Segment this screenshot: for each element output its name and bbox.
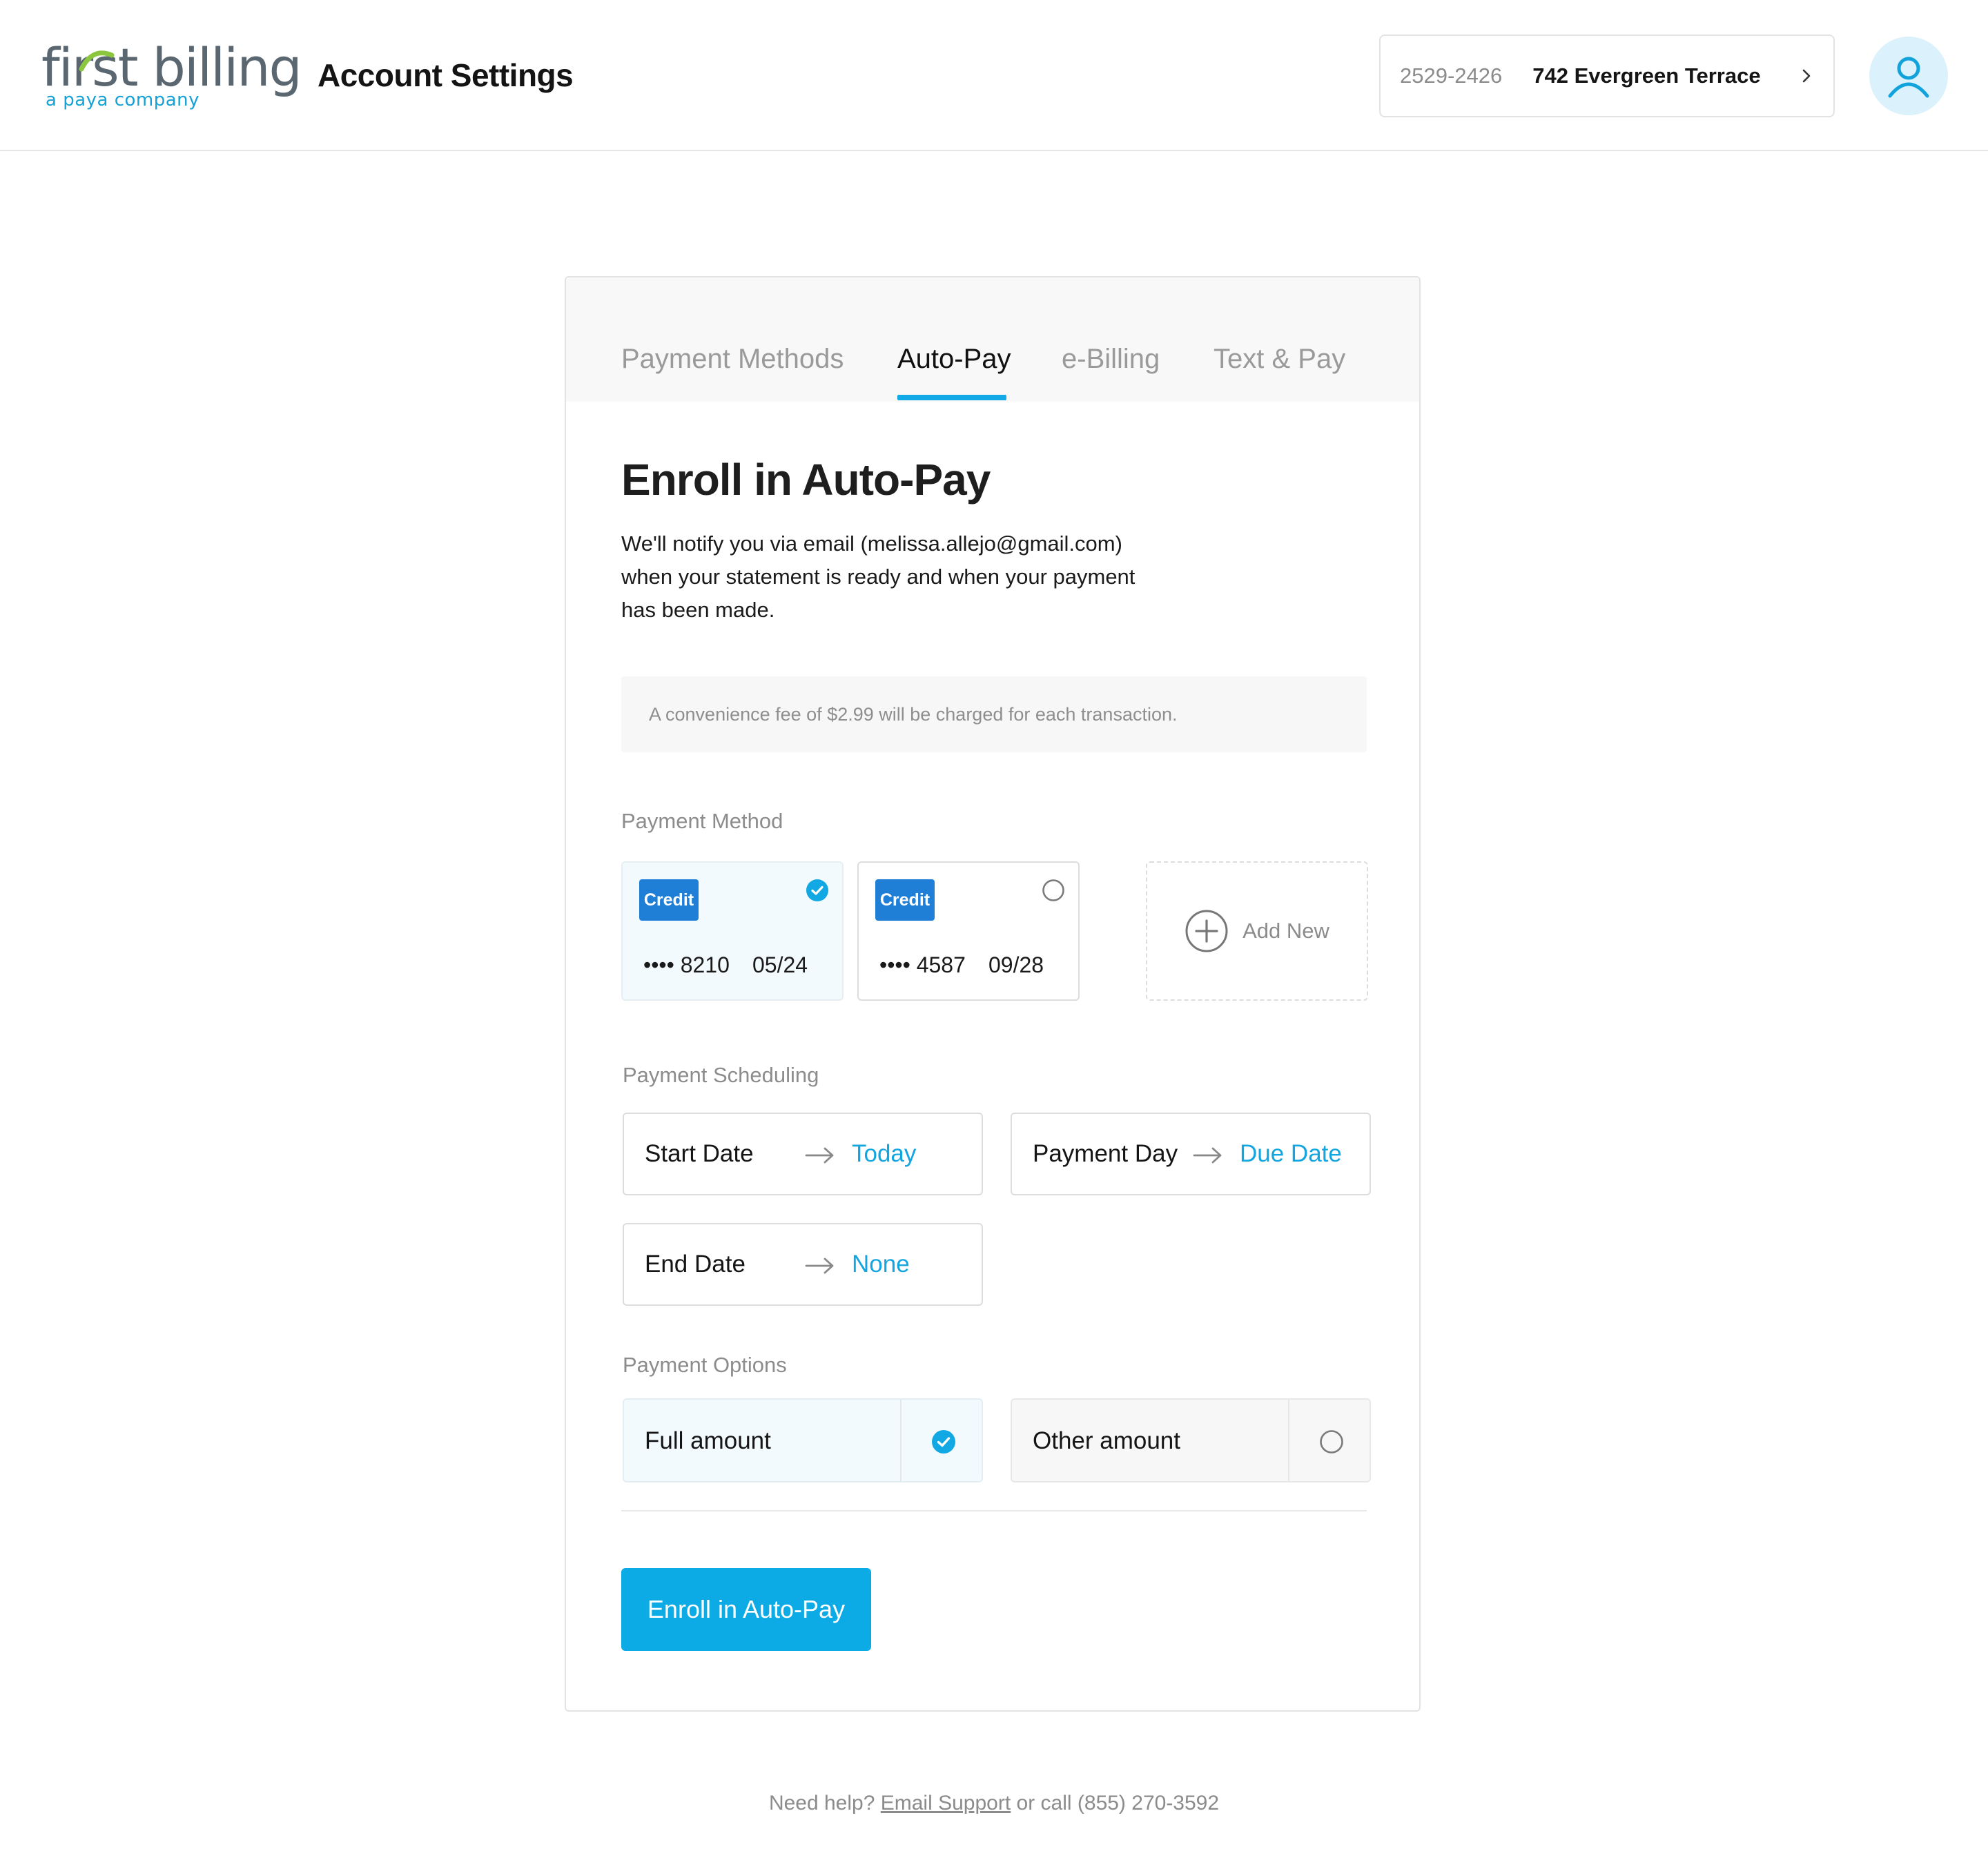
top-header: first billing a paya company Account Set… xyxy=(0,0,1988,151)
other-amount-label: Other amount xyxy=(1033,1427,1180,1454)
add-new-payment-button[interactable]: Add New xyxy=(1146,861,1368,1001)
payment-method-label: Payment Method xyxy=(621,809,783,833)
tab-payment-methods[interactable]: Payment Methods xyxy=(621,344,844,375)
section-heading: Enroll in Auto-Pay xyxy=(621,455,991,505)
payment-scheduling-label: Payment Scheduling xyxy=(623,1063,819,1087)
start-date-selector[interactable]: Start Date Today xyxy=(623,1113,983,1195)
checked-radio-icon xyxy=(806,879,828,901)
unchecked-radio-icon xyxy=(1320,1430,1343,1454)
payment-day-value: Due Date xyxy=(1240,1140,1342,1167)
card-number: •••• 8210 xyxy=(643,952,730,977)
arrow-right-icon xyxy=(1193,1147,1222,1164)
enroll-auto-pay-button[interactable]: Enroll in Auto-Pay xyxy=(621,1568,871,1651)
settings-card: Payment Methods Auto-Pay e-Billing Text … xyxy=(565,276,1421,1712)
first-billing-logo[interactable]: first billing a paya company xyxy=(41,39,302,115)
tab-auto-pay[interactable]: Auto-Pay xyxy=(897,344,1011,375)
settings-tabs: Payment Methods Auto-Pay e-Billing Text … xyxy=(566,277,1419,402)
arrow-right-icon xyxy=(805,1147,834,1164)
logo-tagline: a paya company xyxy=(46,90,200,110)
page-title: Account Settings xyxy=(318,57,574,93)
option-divider xyxy=(1288,1400,1289,1481)
card-expiry: 05/24 xyxy=(752,952,808,977)
end-date-selector[interactable]: End Date None xyxy=(623,1223,983,1306)
end-date-label: End Date xyxy=(645,1251,746,1278)
payment-day-selector[interactable]: Payment Day Due Date xyxy=(1011,1113,1371,1195)
payment-day-label: Payment Day xyxy=(1033,1140,1178,1167)
help-prefix: Need help? xyxy=(768,1792,875,1814)
fee-notice: A convenience fee of $2.99 will be charg… xyxy=(621,676,1367,752)
start-date-label: Start Date xyxy=(645,1140,754,1167)
active-tab-indicator xyxy=(897,395,1006,400)
checked-radio-icon xyxy=(932,1430,955,1454)
tab-e-billing[interactable]: e-Billing xyxy=(1062,344,1160,375)
option-divider xyxy=(900,1400,902,1481)
fee-notice-text: A convenience fee of $2.99 will be charg… xyxy=(649,703,1178,725)
start-date-value: Today xyxy=(852,1140,917,1167)
help-suffix: or call (855) 270-3592 xyxy=(1016,1792,1220,1814)
user-avatar[interactable] xyxy=(1869,37,1948,115)
notification-text: We'll notify you via email (melissa.alle… xyxy=(621,531,1136,622)
arrow-right-icon xyxy=(805,1258,834,1274)
payment-options-label: Payment Options xyxy=(623,1353,787,1377)
payment-card-8210[interactable]: Credit •••• 8210 05/24 xyxy=(621,861,844,1001)
full-amount-label: Full amount xyxy=(645,1427,771,1454)
account-number: 2529-2426 xyxy=(1400,63,1503,88)
section-divider xyxy=(621,1510,1367,1511)
logo-arc-icon xyxy=(79,50,115,72)
user-icon xyxy=(1888,57,1929,98)
account-selector[interactable]: 2529-2426 742 Evergreen Terrace xyxy=(1379,35,1835,117)
add-new-label: Add New xyxy=(1242,919,1329,943)
card-number: •••• 4587 xyxy=(879,952,966,977)
end-date-value: None xyxy=(852,1251,910,1278)
email-support-link[interactable]: Email Support xyxy=(881,1792,1011,1814)
tab-text-and-pay[interactable]: Text & Pay xyxy=(1214,344,1345,375)
unchecked-radio-icon xyxy=(1042,879,1064,901)
plus-circle-icon xyxy=(1185,910,1228,952)
help-footer: Need help? Email Support or call (855) 2… xyxy=(0,1792,1988,1815)
other-amount-option[interactable]: Other amount xyxy=(1011,1398,1371,1483)
chevron-right-icon xyxy=(1802,69,1811,83)
account-address: 742 Evergreen Terrace xyxy=(1532,63,1761,88)
card-expiry: 09/28 xyxy=(988,952,1044,977)
full-amount-option[interactable]: Full amount xyxy=(623,1398,983,1483)
payment-card-4587[interactable]: Credit •••• 4587 09/28 xyxy=(857,861,1080,1001)
credit-badge: Credit xyxy=(875,879,935,921)
credit-badge: Credit xyxy=(639,879,699,921)
